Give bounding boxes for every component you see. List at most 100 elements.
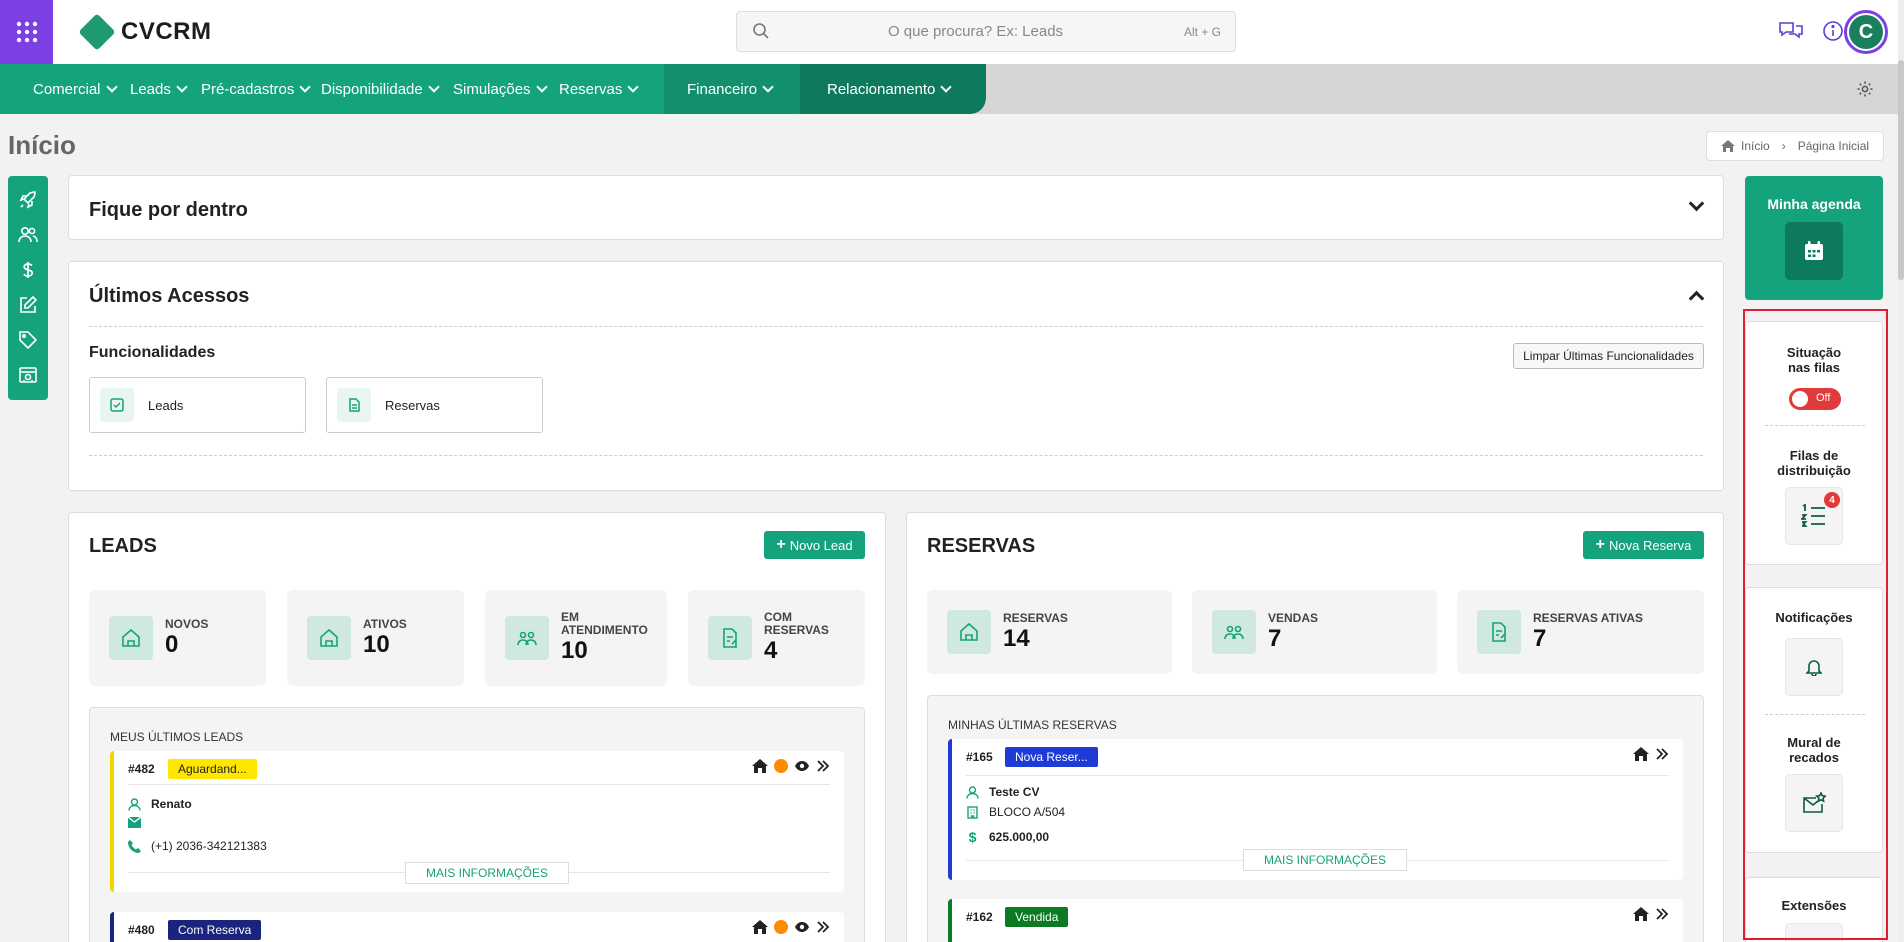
limpar-funcionalidades-button[interactable]: Limpar Últimas Funcionalidades [1513, 343, 1704, 369]
nav-item-leads[interactable]: Leads [130, 81, 186, 98]
chevron-up-icon[interactable] [1688, 290, 1705, 307]
home-icon[interactable] [1633, 747, 1649, 761]
filas-distribuicao-button[interactable]: 4 [1785, 487, 1843, 545]
people-icon [1212, 610, 1256, 654]
agenda-button[interactable] [1785, 222, 1843, 280]
building-icon [967, 805, 978, 819]
mural-button[interactable] [1785, 774, 1843, 832]
lead-name-row: Renato [128, 797, 192, 811]
novo-lead-label: Novo Lead [789, 537, 853, 553]
stat-value: 0 [165, 630, 179, 658]
novo-lead-button[interactable]: + Novo Lead [764, 531, 865, 559]
nav-item-simulacoes[interactable]: Simulações [453, 81, 546, 98]
recent-item-leads[interactable]: Leads [89, 377, 306, 433]
notificacoes-button[interactable] [1785, 638, 1843, 696]
double-chevron-right-icon[interactable] [1655, 907, 1669, 921]
house-icon [947, 610, 991, 654]
nav-item-financeiro[interactable]: Financeiro [687, 81, 772, 98]
left-sidebar [8, 176, 48, 400]
recent-item-reservas[interactable]: Reservas [326, 377, 543, 433]
mural-label: Mural de recados [1787, 735, 1841, 765]
scrollbar-thumb[interactable] [1898, 60, 1904, 280]
user-avatar[interactable]: C [1844, 10, 1888, 54]
lead-item[interactable]: #482 Aguardand... Renato (+1) 2036-34212… [110, 751, 844, 892]
nav-item-relacionamento[interactable]: Relacionamento [827, 81, 950, 98]
divider [1765, 425, 1865, 426]
numbered-list-icon [1801, 504, 1825, 527]
reserva-client: Teste CV [989, 785, 1040, 799]
settings-gear-icon[interactable] [1856, 80, 1874, 98]
nav-item-disponibilidade[interactable]: Disponibilidade [321, 81, 438, 98]
mail-icon [128, 817, 141, 828]
double-chevron-right-icon[interactable] [816, 920, 830, 934]
reserva-status-badge: Vendida [1005, 907, 1069, 927]
page-scrollbar[interactable] [1898, 0, 1904, 942]
home-icon[interactable] [752, 920, 768, 934]
lead-mais-informacoes-button[interactable]: MAIS INFORMAÇÕES [405, 862, 570, 884]
chat-icon[interactable] [1778, 20, 1804, 42]
leads-stat-ativos[interactable]: ATIVOS 10 [287, 590, 464, 686]
apps-grid-button[interactable] [0, 0, 53, 64]
rocket-icon[interactable] [18, 190, 38, 210]
leads-stat-em-atendimento[interactable]: EM ATENDIMENTO 10 [485, 590, 667, 686]
filas-badge: 4 [1824, 492, 1840, 508]
logo-mark-icon [78, 13, 116, 51]
filas-toggle[interactable]: Off [1789, 388, 1841, 410]
funcionalidades-label: Funcionalidades [89, 344, 216, 361]
double-chevron-right-icon[interactable] [816, 759, 830, 773]
reserva-item[interactable]: #162 Vendida [948, 899, 1683, 942]
nav-item-reservas[interactable]: Reservas [559, 81, 637, 98]
divider [1765, 714, 1865, 715]
home-icon[interactable] [752, 759, 768, 773]
reservas-stat-vendas[interactable]: VENDAS 7 [1192, 590, 1437, 674]
house-icon [307, 616, 351, 660]
leads-stat-novos[interactable]: NOVOS 0 [89, 590, 266, 686]
extensoes-button[interactable] [1785, 923, 1843, 942]
stat-value: 10 [363, 630, 390, 658]
main-nav: Comercial Leads Pré-cadastros Disponibil… [0, 64, 1904, 114]
search-input[interactable]: O que procura? Ex: Leads Alt + G [736, 11, 1236, 52]
double-chevron-right-icon[interactable] [1655, 747, 1669, 761]
reserva-status-badge: Nova Reser... [1005, 747, 1098, 767]
reservas-stat-reservas-ativas[interactable]: RESERVAS ATIVAS 7 [1457, 590, 1704, 674]
info-icon[interactable] [1822, 20, 1844, 42]
home-icon[interactable] [1633, 907, 1649, 921]
reserva-item[interactable]: #165 Nova Reser... Teste CV BLOCO A/504 … [948, 739, 1683, 880]
reserva-value: 625.000,00 [989, 830, 1050, 844]
dollar-icon[interactable] [18, 260, 38, 280]
ultimos-acessos-card: Últimos Acessos Funcionalidades [68, 261, 1724, 491]
reserva-mais-informacoes-button[interactable]: MAIS INFORMAÇÕES [1243, 849, 1408, 871]
page-title: Início [8, 130, 76, 160]
lead-email-row [128, 817, 141, 828]
chevron-down-icon[interactable] [1688, 195, 1705, 212]
lead-id: #482 [128, 762, 155, 776]
nova-reserva-button[interactable]: + Nova Reserva [1583, 531, 1704, 559]
breadcrumb-separator-icon: › [1781, 139, 1786, 153]
tag-icon[interactable] [18, 330, 38, 350]
breadcrumb-home[interactable]: Início [1741, 139, 1770, 153]
eye-icon[interactable] [794, 920, 810, 934]
fique-por-dentro-card: Fique por dentro [68, 175, 1724, 240]
status-dot-icon [774, 920, 788, 934]
users-icon[interactable] [18, 225, 38, 245]
lead-item[interactable]: #480 Com Reserva [110, 912, 844, 942]
nav-item-pre-cadastros[interactable]: Pré-cadastros [201, 81, 309, 98]
nav-item-comercial[interactable]: Comercial [33, 81, 116, 98]
plus-icon: + [1595, 536, 1605, 553]
mail-star-icon [1803, 792, 1826, 813]
edit-icon[interactable] [18, 295, 38, 315]
breadcrumb-current: Página Inicial [1797, 139, 1870, 153]
reservas-stat-reservas[interactable]: RESERVAS 14 [927, 590, 1172, 674]
bell-icon [1806, 660, 1822, 676]
leads-stat-com-reservas[interactable]: COM RESERVAS 4 [688, 590, 865, 686]
extensoes-label: Extensões [1781, 898, 1847, 913]
document-icon [337, 388, 371, 422]
app-logo[interactable]: CVCRM [78, 13, 212, 51]
eye-icon[interactable] [794, 759, 810, 773]
search-placeholder: O que procura? Ex: Leads [887, 23, 1064, 40]
divider [128, 784, 830, 785]
apps-grid-icon [16, 21, 37, 43]
phone-icon [128, 839, 141, 853]
stat-value: 7 [1533, 624, 1547, 652]
store-icon[interactable] [18, 365, 38, 385]
